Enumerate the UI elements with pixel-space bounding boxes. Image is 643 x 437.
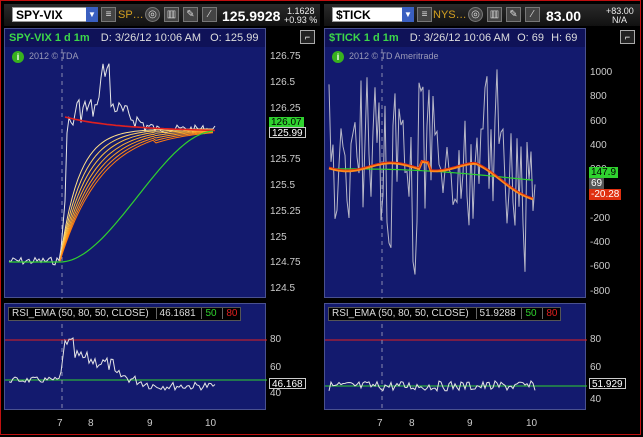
left-price-tick: 126.5 bbox=[270, 76, 296, 88]
right-price-svg bbox=[328, 49, 536, 299]
left-price-svg bbox=[8, 49, 216, 299]
left-change-percent: +0.93 % bbox=[284, 15, 318, 25]
left-toolbar: SPY-VIX ▼ ≡ SP… ◎ ▥ ✎ ⁄ 125.9928 1.1628 … bbox=[4, 4, 320, 26]
dropdown-icon[interactable]: ▼ bbox=[402, 7, 414, 22]
chart-icon[interactable]: ▥ bbox=[164, 7, 179, 22]
left-price-tick: 125.25 bbox=[270, 205, 301, 217]
right-x-tick: 9 bbox=[467, 418, 473, 429]
left-x-tick: 8 bbox=[88, 418, 94, 429]
left-x-tick: 7 bbox=[57, 418, 63, 429]
ema-band-lines bbox=[59, 128, 214, 262]
left-price-tick: 125.75 bbox=[270, 154, 301, 166]
right-price-tick: -200 bbox=[590, 212, 611, 224]
right-last-price: 83.00 bbox=[546, 8, 582, 24]
left-symbol-field[interactable]: SPY-VIX bbox=[12, 7, 88, 22]
right-rsi-tag: 51.929 bbox=[589, 378, 626, 390]
left-rsi-tag: 46.168 bbox=[269, 378, 306, 390]
right-x-tick: 10 bbox=[526, 418, 538, 429]
right-price-tick: -400 bbox=[590, 237, 611, 249]
right-rsi-tick: 60 bbox=[590, 362, 602, 373]
right-price-tick: 800 bbox=[590, 91, 607, 103]
right-rsi-chart[interactable]: RSI_EMA (50, 80, 50, CLOSE) 51.9288 50 8… bbox=[324, 303, 587, 411]
right-rsi-tick: 40 bbox=[590, 394, 602, 405]
right-expand-button[interactable]: ⌐ bbox=[620, 30, 635, 44]
drawing-icon[interactable]: ⁄ bbox=[525, 7, 540, 22]
right-price-tick: 400 bbox=[590, 139, 607, 151]
left-price-tick: 125.5 bbox=[270, 180, 296, 191]
left-x-tick: 9 bbox=[147, 418, 153, 429]
right-price-chart[interactable]: $TICK 1 d 1m D: 3/26/12 10:06 AM O: 69 H… bbox=[324, 28, 586, 299]
right-x-tick: 8 bbox=[409, 418, 415, 429]
style-icon[interactable]: ≡ bbox=[417, 7, 432, 22]
left-x-tick: 10 bbox=[205, 418, 217, 429]
left-price-tick: 124.5 bbox=[270, 283, 296, 295]
edit-icon[interactable]: ✎ bbox=[183, 7, 198, 22]
red-ema-line bbox=[64, 116, 216, 132]
right-change-percent: N/A bbox=[612, 15, 628, 25]
left-price-chart[interactable]: SPY-VIX 1 d 1m D: 3/26/12 10:06 AM O: 12… bbox=[4, 28, 266, 299]
right-rsi-tick: 80 bbox=[590, 334, 602, 345]
left-rsi-chart[interactable]: RSI_EMA (50, 80, 50, CLOSE) 46.1681 50 8… bbox=[4, 303, 267, 411]
right-toolbar: $TICK ▼ ≡ NYS… ◎ ▥ ✎ ⁄ 83.00 +83.00 N/A bbox=[324, 4, 640, 26]
left-price-tick: 125 bbox=[270, 231, 287, 243]
dropdown-icon[interactable]: ▼ bbox=[86, 7, 98, 22]
left-tag-price: 125.99 bbox=[269, 127, 306, 139]
right-tag-green: 147.9 bbox=[589, 167, 619, 178]
left-chart-panel: SPY-VIX ▼ ≡ SP… ◎ ▥ ✎ ⁄ 125.9928 1.1628 … bbox=[4, 4, 320, 434]
left-price-tick: 126.25 bbox=[270, 102, 301, 114]
right-symbol-field[interactable]: $TICK bbox=[332, 7, 404, 22]
right-price-tick: -600 bbox=[590, 261, 611, 273]
left-rsi-tick: 60 bbox=[270, 362, 282, 373]
drawing-icon[interactable]: ⁄ bbox=[202, 7, 217, 22]
right-price-tick: 600 bbox=[590, 115, 607, 127]
left-price-tick: 126.75 bbox=[270, 51, 301, 62]
right-tag-orange: -20.28 bbox=[589, 189, 622, 200]
left-rsi-tick: 80 bbox=[270, 334, 282, 345]
right-price-tick: -800 bbox=[590, 285, 611, 297]
settings-icon[interactable]: ◎ bbox=[468, 7, 483, 22]
rsi-line bbox=[8, 337, 216, 392]
chart-icon[interactable]: ▥ bbox=[487, 7, 502, 22]
left-expand-button[interactable]: ⌐ bbox=[300, 30, 315, 44]
right-chart-panel: $TICK ▼ ≡ NYS… ◎ ▥ ✎ ⁄ 83.00 +83.00 N/A … bbox=[324, 4, 640, 434]
left-last-price: 125.9928 bbox=[222, 8, 281, 24]
left-description: SP… bbox=[118, 9, 144, 21]
settings-icon[interactable]: ◎ bbox=[145, 7, 160, 22]
right-description: NYS… bbox=[433, 9, 467, 21]
ema-band-line bbox=[59, 131, 214, 262]
right-rsi-svg bbox=[325, 324, 587, 411]
left-price-tick: 124.75 bbox=[270, 257, 301, 269]
right-price-tick: 1000 bbox=[590, 67, 613, 78]
edit-icon[interactable]: ✎ bbox=[506, 7, 521, 22]
green-sma-line bbox=[9, 130, 214, 263]
left-rsi-svg bbox=[5, 324, 267, 411]
right-tag-price: 69 bbox=[589, 178, 605, 189]
right-x-tick: 7 bbox=[377, 418, 383, 429]
style-icon[interactable]: ≡ bbox=[101, 7, 116, 22]
